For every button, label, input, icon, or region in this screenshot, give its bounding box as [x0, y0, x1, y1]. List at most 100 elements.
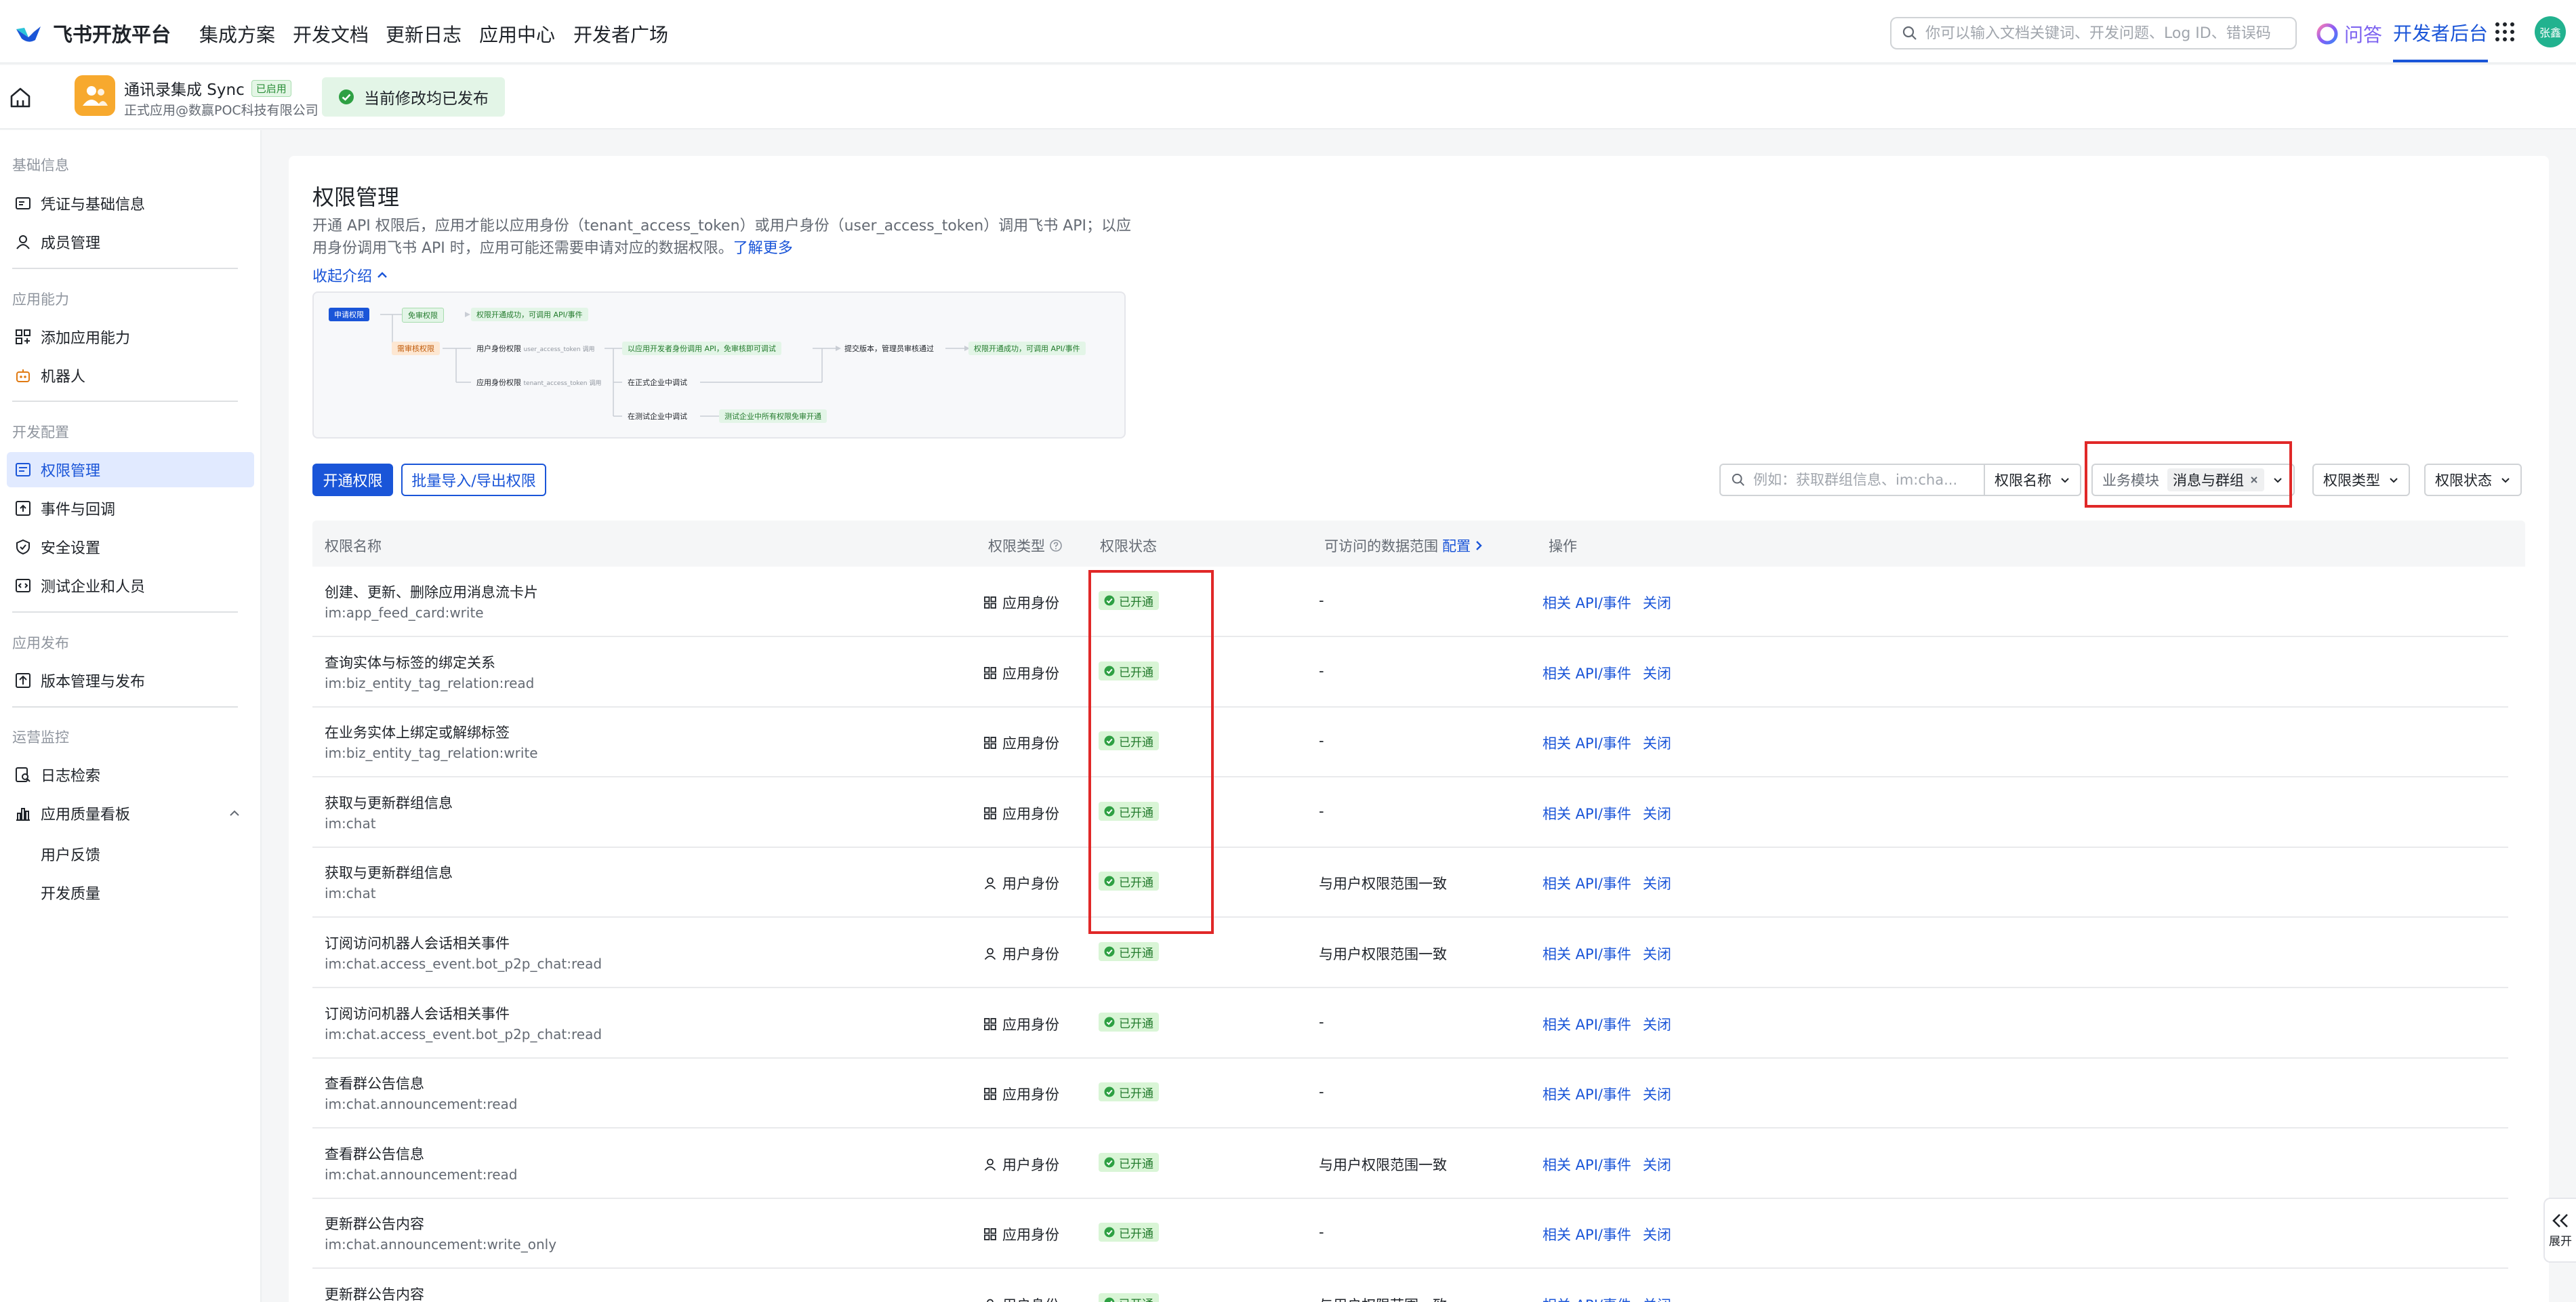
- close-permission-link[interactable]: 关闭: [1643, 1014, 1671, 1034]
- sidebar-item-label: 机器人: [41, 369, 86, 386]
- data-scope: -: [1319, 1014, 1324, 1030]
- close-permission-link[interactable]: 关闭: [1643, 873, 1671, 893]
- qa-button[interactable]: 问答: [2316, 20, 2382, 47]
- batch-import-export-button[interactable]: 批量导入/导出权限: [401, 464, 546, 496]
- close-permission-link[interactable]: 关闭: [1643, 1084, 1671, 1104]
- related-api-link[interactable]: 相关 API/事件: [1542, 1224, 1631, 1244]
- sidebar-item-permissions[interactable]: 权限管理: [7, 452, 254, 487]
- double-chevron-left-icon: [2552, 1213, 2568, 1227]
- upload-icon: [16, 673, 30, 688]
- sidebar-item-test-tenants[interactable]: 测试企业和人员: [7, 568, 254, 603]
- close-permission-link[interactable]: 关闭: [1643, 943, 1671, 964]
- permission-code: im:biz_entity_tag_relation:write: [325, 745, 538, 761]
- brand-logo[interactable]: 飞书开放平台: [15, 19, 171, 47]
- related-api-link[interactable]: 相关 API/事件: [1542, 663, 1631, 683]
- developer-backend-tab[interactable]: 开发者后台: [2393, 19, 2489, 62]
- permission-name: 查询实体与标签的绑定关系: [325, 655, 495, 671]
- header-type: 权限类型: [988, 535, 1063, 556]
- expand-panel-button[interactable]: 展开: [2543, 1198, 2576, 1263]
- related-api-link[interactable]: 相关 API/事件: [1542, 1014, 1631, 1034]
- permission-type: 用户身份: [983, 1154, 1059, 1175]
- close-permission-link[interactable]: 关闭: [1643, 1295, 1671, 1302]
- status-badge: 已开通: [1099, 1013, 1159, 1032]
- close-permission-link[interactable]: 关闭: [1643, 733, 1671, 753]
- scope-config-link[interactable]: 配置: [1442, 535, 1471, 556]
- sidebar-item-members[interactable]: 成员管理: [7, 224, 254, 260]
- nav-changelog[interactable]: 更新日志: [386, 20, 462, 47]
- nav-dev-square[interactable]: 开发者广场: [573, 20, 668, 47]
- app-identity-icon: [984, 737, 996, 749]
- close-permission-link[interactable]: 关闭: [1643, 803, 1671, 823]
- sidebar-item-add-capability[interactable]: 添加应用能力: [7, 319, 254, 354]
- app-identity-icon: [984, 596, 996, 609]
- permission-search-input[interactable]: [1753, 472, 1970, 488]
- learn-more-link[interactable]: 了解更多: [733, 240, 793, 257]
- flow-user-perm: 用户身份权限 user_access_token 调用: [471, 342, 600, 355]
- sidebar-item-bot[interactable]: 机器人: [7, 358, 254, 393]
- permission-status-filter[interactable]: 权限状态: [2424, 464, 2522, 496]
- enable-permission-button[interactable]: 开通权限: [312, 464, 393, 496]
- nav-integration-solutions[interactable]: 集成方案: [199, 20, 275, 47]
- related-api-link[interactable]: 相关 API/事件: [1542, 592, 1631, 613]
- permission-code: im:chat.announcement:read: [325, 1166, 518, 1183]
- table-row: 更新群公告内容用户身份 已开通 与用户权限范围一致 相关 API/事件 关闭: [312, 1269, 2508, 1302]
- flow-user-result: 以应用开发者身份调用 API，免审核即可调试: [622, 342, 781, 355]
- related-api-link[interactable]: 相关 API/事件: [1542, 873, 1631, 893]
- table-row: 更新群公告内容 im:chat.announcement:write_only 应用…: [312, 1198, 2508, 1269]
- sidebar-item-quality[interactable]: 应用质量看板: [7, 796, 254, 831]
- status-badge: 已开通: [1099, 1153, 1159, 1172]
- check-circle-icon: [1104, 1017, 1115, 1028]
- qa-label: 问答: [2344, 24, 2383, 46]
- sidebar-item-events[interactable]: 事件与回调: [7, 491, 254, 526]
- app-identity-icon: [984, 807, 996, 819]
- permission-type-text: 用户身份: [1002, 946, 1059, 962]
- permission-type-filter[interactable]: 权限类型: [2312, 464, 2410, 496]
- related-api-link[interactable]: 相关 API/事件: [1542, 803, 1631, 823]
- related-api-link[interactable]: 相关 API/事件: [1542, 1084, 1631, 1104]
- home-icon[interactable]: [8, 85, 33, 110]
- global-search[interactable]: [1890, 17, 2297, 49]
- permission-type-text: 应用身份: [1002, 806, 1059, 822]
- help-icon[interactable]: [1049, 539, 1063, 552]
- nav-dev-docs[interactable]: 开发文档: [293, 20, 369, 47]
- apps-grid-icon[interactable]: [2494, 21, 2516, 43]
- permission-type-text: 用户身份: [1002, 876, 1059, 892]
- permission-name: 订阅访问机器人会话相关事件: [325, 1006, 510, 1022]
- global-search-input[interactable]: [1925, 24, 2278, 42]
- app-header: 通讯录集成 Sync 已启用 正式应用@数赢POC科技有限公司 当前修改均已发布: [0, 65, 2576, 129]
- chevron-up-icon[interactable]: [228, 809, 241, 818]
- sidebar-item-security[interactable]: 安全设置: [7, 529, 254, 565]
- permission-code: im:chat.access_event.bot_p2p_chat:read: [325, 956, 602, 972]
- sidebar-item-credentials[interactable]: 凭证与基础信息: [7, 186, 254, 221]
- check-circle-icon: [1104, 1227, 1115, 1238]
- related-api-link[interactable]: 相关 API/事件: [1542, 1154, 1631, 1175]
- related-api-link[interactable]: 相关 API/事件: [1542, 943, 1631, 964]
- sidebar-section-basic: 基础信息: [12, 157, 69, 174]
- permission-type: 用户身份: [983, 943, 1059, 964]
- app-status-tag: 已启用: [251, 79, 291, 97]
- permission-name: 获取与更新群组信息: [325, 795, 453, 811]
- nav-app-center[interactable]: 应用中心: [479, 20, 555, 47]
- permission-table-header: 权限名称 权限类型 权限状态 可访问的数据范围 配置 操作: [312, 521, 2525, 567]
- user-avatar[interactable]: 张鑫: [2535, 16, 2566, 47]
- close-permission-link[interactable]: 关闭: [1643, 1224, 1671, 1244]
- related-api-link[interactable]: 相关 API/事件: [1542, 733, 1631, 753]
- collapse-intro-toggle[interactable]: 收起介绍: [312, 264, 388, 286]
- related-api-link[interactable]: 相关 API/事件: [1542, 1295, 1631, 1302]
- sidebar-item-label: 事件与回调: [41, 502, 116, 518]
- status-badge: 已开通: [1099, 1082, 1159, 1101]
- close-permission-link[interactable]: 关闭: [1643, 663, 1671, 683]
- sidebar-subitem-feedback[interactable]: 用户反馈: [41, 843, 100, 865]
- search-field-select[interactable]: 权限名称: [1984, 464, 2081, 496]
- app-name: 通讯录集成 Sync: [124, 81, 245, 99]
- check-circle-icon: [1104, 946, 1115, 957]
- header-scope-label: 可访问的数据范围: [1324, 538, 1438, 554]
- sidebar-item-versions[interactable]: 版本管理与发布: [7, 663, 254, 698]
- sidebar-item-logs[interactable]: 日志检索: [7, 757, 254, 792]
- close-permission-link[interactable]: 关闭: [1643, 1154, 1671, 1175]
- flow-user-token: user_access_token 调用: [523, 346, 595, 353]
- flow-user-perm-label: 用户身份权限: [476, 344, 521, 353]
- permission-search[interactable]: [1719, 464, 1985, 496]
- sidebar-subitem-dev-quality[interactable]: 开发质量: [41, 882, 100, 903]
- close-permission-link[interactable]: 关闭: [1643, 592, 1671, 613]
